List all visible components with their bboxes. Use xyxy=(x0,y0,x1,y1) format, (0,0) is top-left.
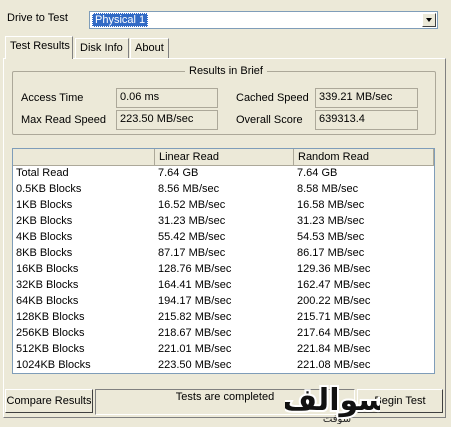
linear-read-cell: 87.17 MB/sec xyxy=(158,247,226,259)
linear-read-cell: 164.41 MB/sec xyxy=(158,279,232,291)
chevron-down-icon xyxy=(426,18,432,22)
column-header-random-read[interactable]: Random Read xyxy=(294,149,434,165)
random-read-cell: 221.08 MB/sec xyxy=(297,359,371,371)
row-label: 32KB Blocks xyxy=(16,279,79,291)
logo-text-sub: سوفت xyxy=(323,414,351,424)
column-header-name[interactable] xyxy=(13,149,155,165)
overall-score-value: 639313.4 xyxy=(315,110,418,130)
overall-score-label: Overall Score xyxy=(236,114,303,126)
table-row[interactable]: Total Read 7.64 GB 7.64 GB xyxy=(13,166,434,182)
table-row[interactable]: 16KB Blocks 128.76 MB/sec 129.36 MB/sec xyxy=(13,262,434,278)
random-read-cell: 129.36 MB/sec xyxy=(297,263,371,275)
access-time-label: Access Time xyxy=(21,92,84,104)
row-label: 128KB Blocks xyxy=(16,311,85,323)
cached-speed-label: Cached Speed xyxy=(236,92,309,104)
linear-read-cell: 7.64 GB xyxy=(158,167,199,179)
random-read-cell: 200.22 MB/sec xyxy=(297,295,371,307)
row-label: 2KB Blocks xyxy=(16,215,73,227)
table-header: Linear Read Random Read xyxy=(13,149,434,166)
results-table[interactable]: Linear Read Random Read Total Read 7.64 G… xyxy=(12,148,435,374)
table-row[interactable]: 2KB Blocks 31.23 MB/sec 31.23 MB/sec xyxy=(13,214,434,230)
tab-about[interactable]: About xyxy=(130,38,169,58)
table-row[interactable]: 4KB Blocks 55.42 MB/sec 54.53 MB/sec xyxy=(13,230,434,246)
tab-disk-info[interactable]: Disk Info xyxy=(75,38,129,58)
linear-read-cell: 194.17 MB/sec xyxy=(158,295,232,307)
begin-test-label: Begin Test xyxy=(374,395,426,407)
logo-text-main: سوالف xyxy=(285,383,380,418)
row-label: 16KB Blocks xyxy=(16,263,79,275)
linear-read-cell: 215.82 MB/sec xyxy=(158,311,232,323)
table-row[interactable]: 8KB Blocks 87.17 MB/sec 86.17 MB/sec xyxy=(13,246,434,262)
cached-speed-value: 339.21 MB/sec xyxy=(315,88,418,108)
linear-read-cell: 218.67 MB/sec xyxy=(158,327,232,339)
tab-test-results-label: Test Results xyxy=(10,40,70,52)
max-read-speed-label: Max Read Speed xyxy=(21,114,106,126)
row-label: 0.5KB Blocks xyxy=(16,183,82,195)
table-row[interactable]: 512KB Blocks 221.01 MB/sec 221.84 MB/sec xyxy=(13,342,434,358)
linear-read-cell: 128.76 MB/sec xyxy=(158,263,232,275)
linear-read-cell: 55.42 MB/sec xyxy=(158,231,226,243)
random-read-cell: 215.71 MB/sec xyxy=(297,311,371,323)
drive-select[interactable]: Physical 1 xyxy=(89,11,438,29)
table-row[interactable]: 0.5KB Blocks 8.56 MB/sec 8.58 MB/sec xyxy=(13,182,434,198)
linear-read-cell: 16.52 MB/sec xyxy=(158,199,226,211)
random-read-cell: 54.53 MB/sec xyxy=(297,231,365,243)
table-row[interactable]: 1KB Blocks 16.52 MB/sec 16.58 MB/sec xyxy=(13,198,434,214)
row-label: 512KB Blocks xyxy=(16,343,85,355)
random-read-cell: 221.84 MB/sec xyxy=(297,343,371,355)
linear-read-cell: 8.56 MB/sec xyxy=(158,183,220,195)
compare-results-button[interactable]: Compare Results xyxy=(5,389,93,413)
linear-read-cell: 31.23 MB/sec xyxy=(158,215,226,227)
random-read-cell: 16.58 MB/sec xyxy=(297,199,365,211)
random-read-cell: 86.17 MB/sec xyxy=(297,247,365,259)
row-label: 8KB Blocks xyxy=(16,247,73,259)
dropdown-arrow-button[interactable] xyxy=(422,13,436,27)
random-read-cell: 31.23 MB/sec xyxy=(297,215,365,227)
table-row[interactable]: 256KB Blocks 218.67 MB/sec 217.64 MB/sec xyxy=(13,326,434,342)
row-label: 64KB Blocks xyxy=(16,295,79,307)
watermark-logo: سوالف سوالف سوفت xyxy=(285,381,380,424)
row-label: 4KB Blocks xyxy=(16,231,73,243)
max-read-speed-value: 223.50 MB/sec xyxy=(116,110,218,130)
table-row[interactable]: 64KB Blocks 194.17 MB/sec 200.22 MB/sec xyxy=(13,294,434,310)
table-row[interactable]: 1024KB Blocks 223.50 MB/sec 221.08 MB/sec xyxy=(13,358,434,373)
table-row[interactable]: 128KB Blocks 215.82 MB/sec 215.71 MB/sec xyxy=(13,310,434,326)
access-time-value: 0.06 ms xyxy=(116,88,218,108)
row-label: 1024KB Blocks xyxy=(16,359,91,371)
tab-test-results[interactable]: Test Results xyxy=(5,36,73,59)
status-text: Tests are completed xyxy=(175,391,275,403)
random-read-cell: 8.58 MB/sec xyxy=(297,183,359,195)
random-read-cell: 217.64 MB/sec xyxy=(297,327,371,339)
tab-disk-info-label: Disk Info xyxy=(80,42,123,54)
linear-read-cell: 221.01 MB/sec xyxy=(158,343,232,355)
tab-about-label: About xyxy=(135,42,164,54)
compare-results-label: Compare Results xyxy=(6,395,92,407)
results-in-brief-title: Results in Brief xyxy=(185,65,267,77)
random-read-cell: 162.47 MB/sec xyxy=(297,279,371,291)
drive-label: Drive to Test xyxy=(7,12,68,24)
linear-read-cell: 223.50 MB/sec xyxy=(158,359,232,371)
column-header-linear-read[interactable]: Linear Read xyxy=(155,149,294,165)
row-label: Total Read xyxy=(16,167,69,179)
table-row[interactable]: 32KB Blocks 164.41 MB/sec 162.47 MB/sec xyxy=(13,278,434,294)
random-read-cell: 7.64 GB xyxy=(297,167,338,179)
row-label: 256KB Blocks xyxy=(16,327,85,339)
drive-select-value: Physical 1 xyxy=(92,13,149,27)
row-label: 1KB Blocks xyxy=(16,199,73,211)
